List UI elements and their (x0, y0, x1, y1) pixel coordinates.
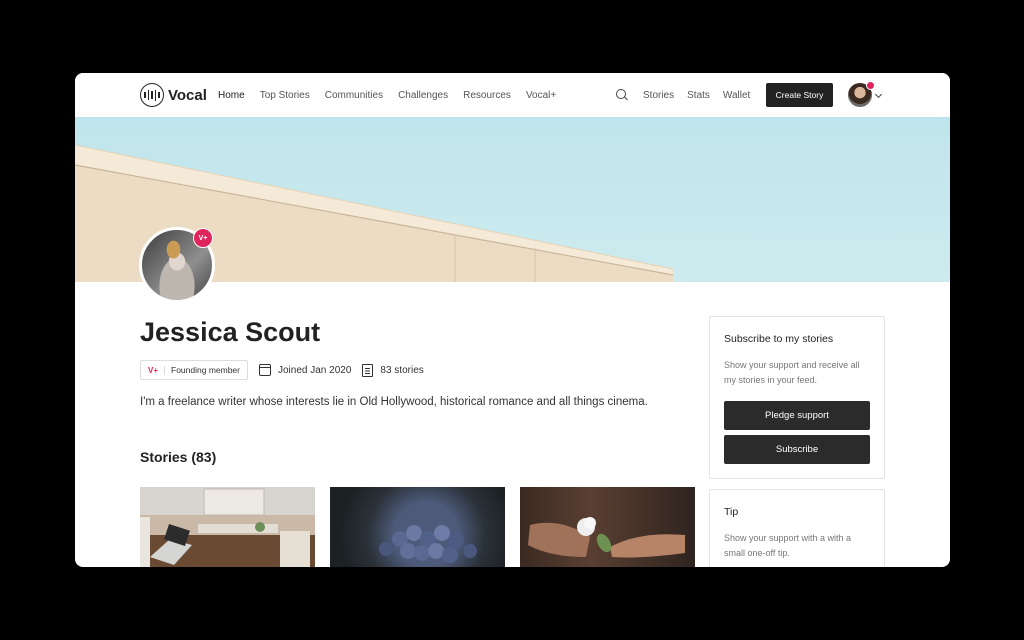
subscribe-card-title: Subscribe to my stories (724, 333, 834, 345)
subscribe-card-text: Show your support and receive all my sto… (724, 360, 860, 385)
tip-card: Tip Show your support with a with a smal… (709, 489, 885, 567)
main-nav: Home Top Stories Communities Challenges … (218, 73, 571, 117)
subscribe-button[interactable]: Subscribe (724, 435, 870, 464)
nav-home[interactable]: Home (218, 90, 245, 101)
nav-stats[interactable]: Stats (687, 90, 710, 101)
nav-wallet[interactable]: Wallet (723, 90, 750, 101)
story-count: 83 stories (362, 363, 424, 377)
joined-date: Joined Jan 2020 (259, 364, 351, 376)
vocal-plus-badge: V+ (193, 228, 213, 248)
stories-heading: Stories (83) (140, 449, 217, 465)
top-nav-bar: Vocal Home Top Stories Communities Chall… (75, 73, 950, 117)
app-window: Vocal Home Top Stories Communities Chall… (75, 73, 950, 567)
chevron-down-icon[interactable] (874, 90, 883, 99)
logo-text: Vocal (168, 86, 207, 104)
hands-flower-image (528, 517, 685, 558)
laptop-desk-image (140, 488, 310, 567)
founding-member-badge: V+ Founding member (140, 360, 248, 380)
tip-card-text: Show your support with a with a small on… (724, 533, 852, 558)
pledge-support-button[interactable]: Pledge support (724, 401, 870, 430)
story-thumbnail-2[interactable] (330, 487, 505, 567)
user-avatar[interactable] (848, 81, 875, 107)
story-count-label: 83 stories (380, 364, 424, 376)
vocal-logo[interactable]: Vocal (140, 82, 207, 108)
grapes-image (379, 525, 477, 563)
vocal-logo-icon (140, 83, 164, 107)
story-thumbnail-1[interactable] (140, 487, 315, 567)
joined-label: Joined Jan 2020 (278, 364, 352, 376)
document-icon (362, 363, 374, 377)
notification-dot (866, 81, 875, 90)
subscribe-card: Subscribe to my stories Show your suppor… (709, 316, 885, 479)
create-story-button[interactable]: Create Story (766, 83, 833, 107)
search-icon[interactable] (615, 88, 629, 102)
founding-member-label: Founding member (171, 365, 240, 375)
nav-resources[interactable]: Resources (463, 90, 511, 101)
story-thumbnail-3[interactable] (520, 487, 695, 567)
nav-stories[interactable]: Stories (643, 90, 674, 101)
profile-meta: V+ Founding member Joined Jan 2020 83 st… (140, 360, 424, 380)
profile-bio: I'm a freelance writer whose interests l… (140, 396, 648, 408)
nav-vocal-plus[interactable]: Vocal+ (526, 90, 556, 101)
profile-name: Jessica Scout (140, 317, 321, 347)
nav-challenges[interactable]: Challenges (398, 90, 448, 101)
nav-communities[interactable]: Communities (325, 90, 383, 101)
founding-vplus-mark: V+ (148, 365, 166, 375)
tip-card-title: Tip (724, 506, 739, 518)
calendar-icon (259, 364, 271, 376)
nav-top-stories[interactable]: Top Stories (260, 90, 310, 101)
user-nav: Stories Stats Wallet (615, 73, 763, 117)
